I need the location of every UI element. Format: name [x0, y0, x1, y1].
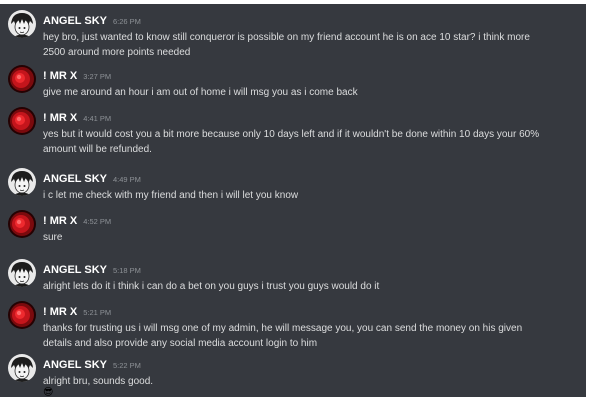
red-glow-avatar-icon[interactable]: [8, 107, 36, 135]
chat-message: ! MR X 3:27 PM give me around an hour i a…: [0, 65, 586, 100]
chat-message: ANGEL SKY 4:49 PM i c let me check with m…: [0, 168, 586, 203]
message-text: thanks for trusting us i will msg one of…: [43, 323, 523, 349]
anime-boy-avatar-icon[interactable]: [8, 168, 36, 196]
message-text: yes but it would cost you a bit more bec…: [43, 129, 540, 155]
message-header: ! MR X 4:52 PM: [43, 211, 111, 229]
chat-message: ! MR X 4:52 PM sure: [0, 210, 586, 245]
timestamp: 5:21 PM: [83, 308, 112, 317]
chat-message: ANGEL SKY 5:18 PM alright lets do it i th…: [0, 259, 586, 294]
username[interactable]: ANGEL SKY: [43, 264, 107, 276]
anime-boy-avatar-icon[interactable]: [8, 10, 36, 38]
red-glow-avatar-icon[interactable]: [8, 301, 36, 329]
username[interactable]: ! MR X: [43, 306, 77, 318]
timestamp: 3:27 PM: [83, 72, 112, 81]
message-text: hey bro, just wanted to know still conqu…: [43, 32, 530, 58]
message-text: i c let me check with my friend and then…: [43, 190, 299, 201]
message-header: ANGEL SKY 5:22 PM: [43, 355, 141, 373]
timestamp: 6:26 PM: [112, 17, 141, 26]
sunglasses-emoji[interactable]: 😎: [43, 387, 53, 397]
message-header: ! MR X 4:41 PM: [43, 108, 111, 126]
message-header: ANGEL SKY 6:26 PM: [43, 11, 141, 29]
message-header: ANGEL SKY 5:18 PM: [43, 260, 141, 278]
red-glow-avatar-icon[interactable]: [8, 210, 36, 238]
timestamp: 4:41 PM: [83, 114, 112, 123]
anime-boy-avatar-icon[interactable]: [8, 259, 36, 287]
chat-message: ANGEL SKY 6:26 PM hey bro, just wanted to…: [0, 10, 586, 60]
message-header: ! MR X 5:21 PM: [43, 302, 111, 320]
chat-message-list: ANGEL SKY 6:26 PM hey bro, just wanted to…: [0, 4, 586, 397]
username[interactable]: ! MR X: [43, 70, 77, 82]
timestamp: 4:49 PM: [112, 175, 141, 184]
message-text: alright lets do it i think i can do a be…: [43, 281, 380, 292]
username[interactable]: ANGEL SKY: [43, 359, 107, 371]
username[interactable]: ANGEL SKY: [43, 15, 107, 27]
chat-message: ! MR X 4:41 PM yes but it would cost you …: [0, 107, 586, 157]
anime-boy-avatar-icon[interactable]: [8, 354, 36, 382]
chat-message: ANGEL SKY 5:22 PM alright bru, sounds goo…: [0, 354, 586, 397]
timestamp: 4:52 PM: [83, 217, 112, 226]
message-header: ! MR X 3:27 PM: [43, 66, 111, 84]
message-text: sure: [43, 232, 63, 243]
timestamp: 5:18 PM: [112, 266, 141, 275]
message-text: alright bru, sounds good.: [43, 376, 154, 387]
chat-message: ! MR X 5:21 PM thanks for trusting us i w…: [0, 301, 586, 351]
timestamp: 5:22 PM: [112, 361, 141, 370]
username[interactable]: ANGEL SKY: [43, 173, 107, 185]
username[interactable]: ! MR X: [43, 215, 77, 227]
username[interactable]: ! MR X: [43, 112, 77, 124]
message-text: give me around an hour i am out of home …: [43, 87, 358, 98]
message-header: ANGEL SKY 4:49 PM: [43, 169, 141, 187]
red-glow-avatar-icon[interactable]: [8, 65, 36, 93]
